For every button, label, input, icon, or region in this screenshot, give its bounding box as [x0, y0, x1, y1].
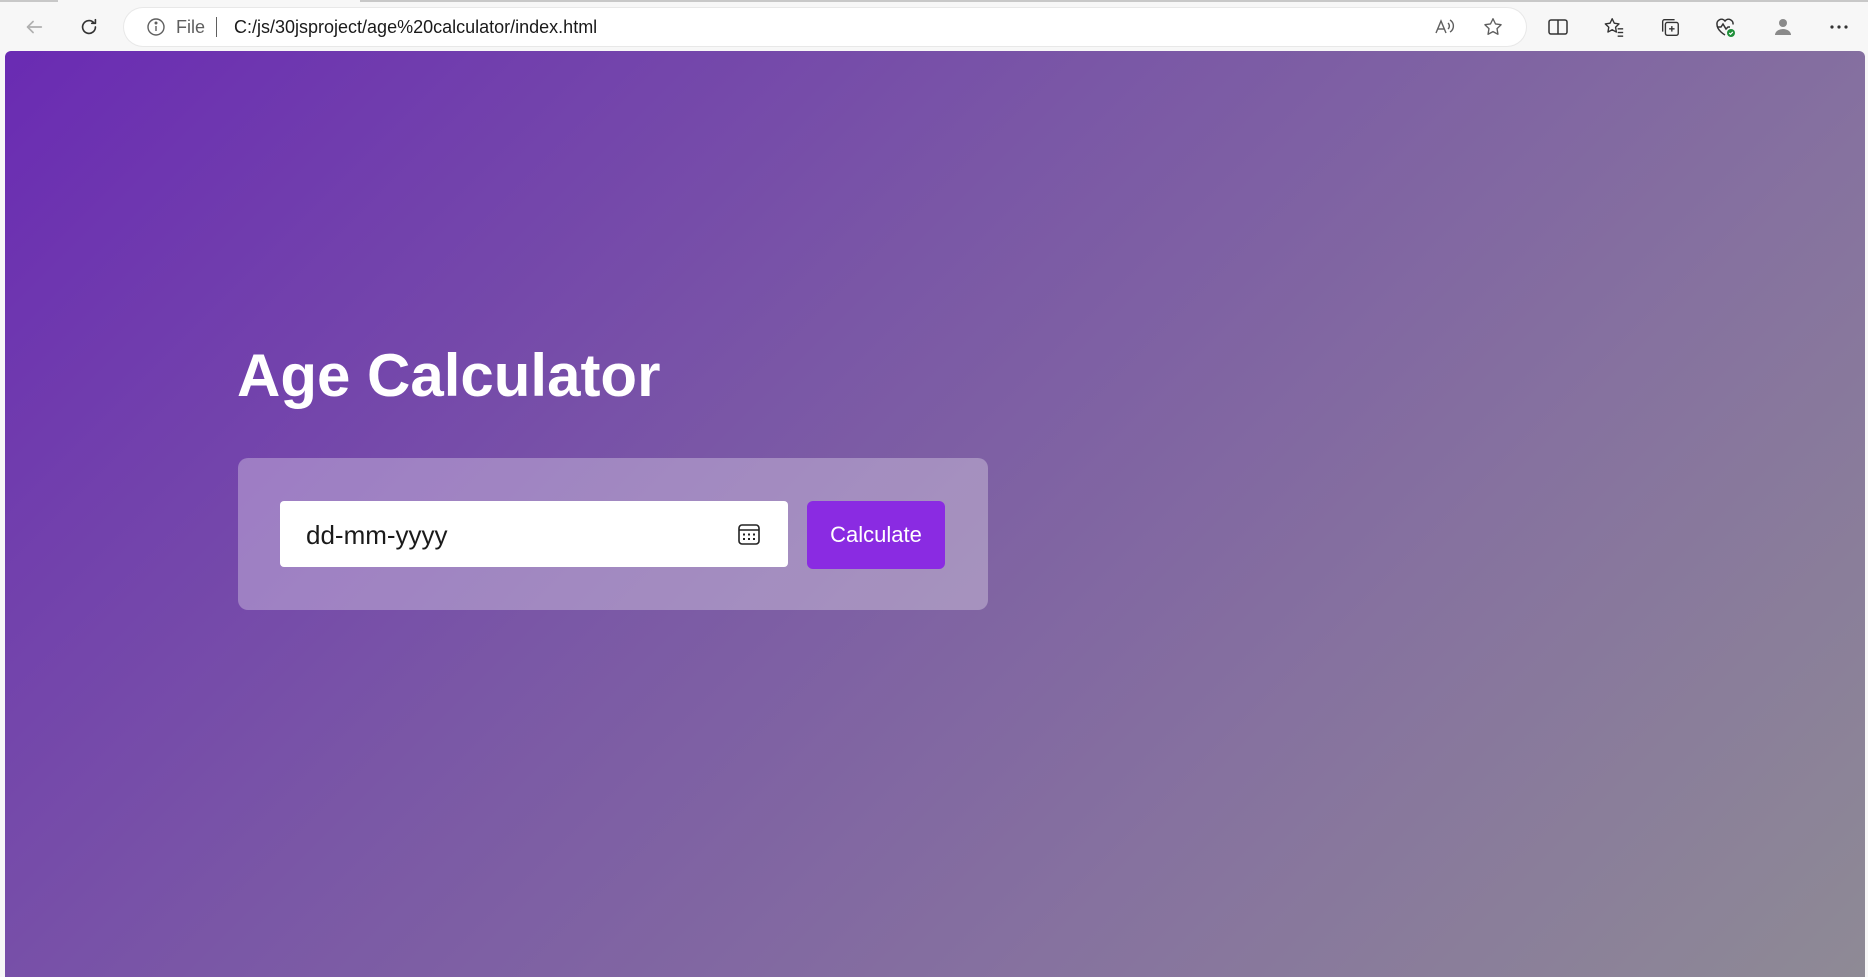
url-text[interactable]: C:/js/30jsproject/age%20calculator/index… — [234, 17, 597, 37]
browser-toolbar: File C:/js/30jsproject/age%20calculator/… — [0, 0, 1868, 51]
read-aloud-button[interactable] — [1432, 15, 1456, 39]
page-title: Age Calculator — [237, 342, 661, 409]
info-icon[interactable] — [146, 17, 166, 37]
calculate-button[interactable]: Calculate — [807, 501, 945, 569]
more-options-button[interactable] — [1825, 13, 1853, 41]
refresh-button[interactable] — [72, 10, 106, 44]
favorites-button[interactable] — [1600, 13, 1628, 41]
birthdate-input[interactable]: dd-mm-yyyy — [280, 501, 788, 567]
favorite-star-button[interactable] — [1481, 15, 1505, 39]
favorites-icon — [1604, 18, 1624, 37]
calculator-card: dd-mm-yyyy Calculate — [238, 458, 988, 610]
split-screen-icon — [1548, 19, 1568, 35]
back-arrow-icon — [26, 20, 43, 34]
more-dots-icon — [1830, 25, 1848, 29]
date-input-placeholder: dd-mm-yyyy — [306, 520, 448, 550]
heart-pulse-icon — [1716, 18, 1735, 37]
read-aloud-icon — [1435, 19, 1455, 34]
address-bar[interactable]: File C:/js/30jsproject/age%20calculator/… — [124, 8, 1526, 46]
profile-button[interactable] — [1769, 13, 1797, 41]
split-screen-button[interactable] — [1544, 13, 1572, 41]
star-icon — [1484, 18, 1502, 35]
file-label: File — [176, 17, 206, 37]
tab-strip-line — [0, 0, 1868, 2]
calendar-icon[interactable] — [736, 521, 762, 547]
page-content: Age Calculator dd-mm-yyyy Calculate — [5, 51, 1865, 977]
collections-icon — [1661, 18, 1679, 36]
collections-button[interactable] — [1656, 13, 1684, 41]
browser-essentials-button[interactable] — [1711, 13, 1739, 41]
profile-avatar-icon — [1775, 19, 1791, 35]
refresh-icon — [81, 18, 97, 35]
back-button[interactable] — [17, 10, 51, 44]
address-separator — [216, 17, 217, 37]
